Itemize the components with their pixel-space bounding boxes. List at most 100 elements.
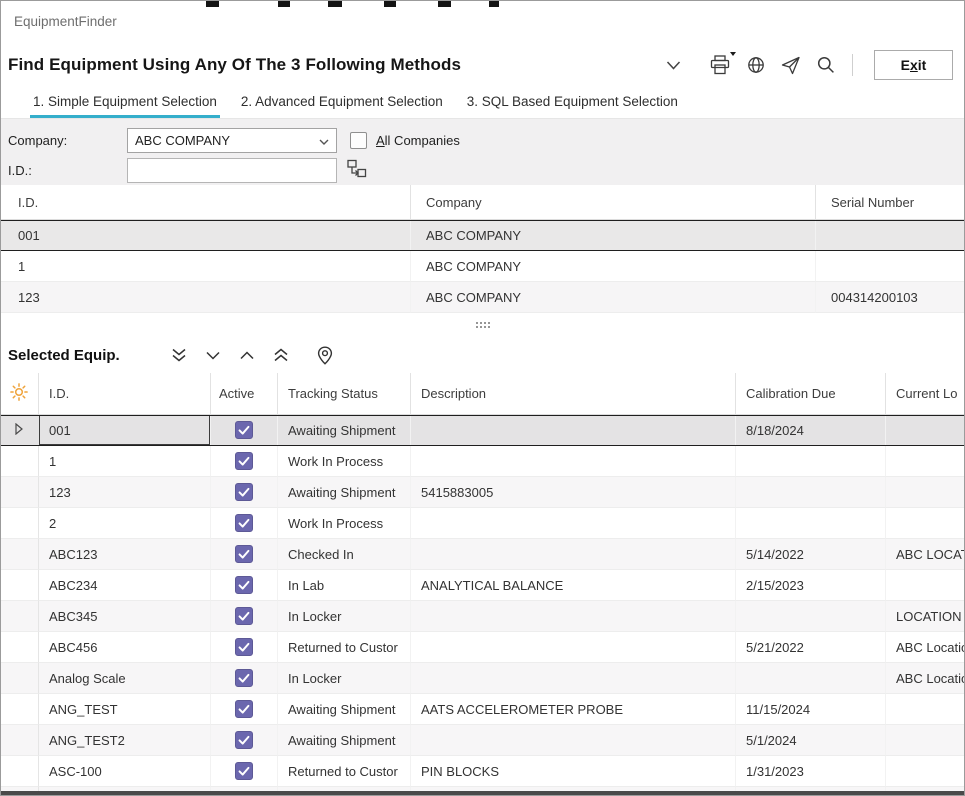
chevron-up-icon — [239, 351, 255, 360]
active-checkbox[interactable] — [235, 545, 253, 563]
results-cell-serial — [815, 220, 965, 251]
active-checkbox[interactable] — [235, 607, 253, 625]
tab-advanced-selection[interactable]: 2. Advanced Equipment Selection — [238, 88, 446, 118]
equip-cell-id: ANG_TEST — [38, 694, 210, 725]
equip-cell-calibration-due — [735, 601, 885, 632]
double-chevron-down-icon — [171, 348, 187, 362]
active-checkbox[interactable] — [235, 452, 253, 470]
equip-cell-description — [410, 632, 735, 663]
active-checkbox[interactable] — [235, 731, 253, 749]
active-checkbox[interactable] — [235, 421, 253, 439]
equip-cell-active — [210, 601, 277, 632]
results-row[interactable]: 001 ABC COMPANY — [0, 220, 965, 251]
equip-cell-status: Awaiting Shipment — [277, 415, 410, 446]
results-body: 001 ABC COMPANY 1 ABC COMPANY 123 ABC CO… — [0, 220, 965, 313]
equip-column-active[interactable]: Active — [210, 373, 277, 415]
equip-cell-description — [410, 601, 735, 632]
results-row[interactable]: 1 ABC COMPANY — [0, 251, 965, 282]
lookup-button[interactable] — [345, 158, 368, 182]
horizontal-scrollbar[interactable] — [0, 791, 965, 796]
equip-column-id[interactable]: I.D. — [38, 373, 210, 415]
search-button[interactable] — [813, 52, 839, 78]
equip-row[interactable]: ABC456 Returned to Custor 5/21/2022 ABC … — [0, 632, 965, 663]
active-checkbox[interactable] — [235, 669, 253, 687]
equip-cell-status: Work In Process — [277, 446, 410, 477]
equip-cell-description — [410, 508, 735, 539]
equip-column-description[interactable]: Description — [410, 373, 735, 415]
globe-button[interactable] — [743, 52, 769, 78]
equip-column-current-location[interactable]: Current Lo — [885, 373, 965, 415]
equip-row[interactable]: ANG_TEST Awaiting Shipment AATS ACCELERO… — [0, 694, 965, 725]
active-checkbox[interactable] — [235, 700, 253, 718]
all-companies-checkbox[interactable] — [350, 132, 367, 149]
results-cell-id: 1 — [0, 251, 410, 282]
results-header-row: I.D. Company Serial Number — [0, 185, 965, 220]
id-input[interactable] — [127, 158, 337, 183]
splitter-handle[interactable] — [0, 313, 965, 337]
equip-column-calibration-due[interactable]: Calibration Due — [735, 373, 885, 415]
equip-row[interactable]: Analog Scale In Locker ABC Locatio — [0, 663, 965, 694]
active-checkbox[interactable] — [235, 514, 253, 532]
equip-cell-calibration-due — [735, 508, 885, 539]
equip-cell-calibration-due — [735, 477, 885, 508]
equip-row[interactable]: ABC123 Checked In 5/14/2022 ABC LOCAT — [0, 539, 965, 570]
results-row[interactable]: 123 ABC COMPANY 004314200103 — [0, 282, 965, 313]
tab-sql-selection[interactable]: 3. SQL Based Equipment Selection — [464, 88, 681, 118]
active-checkbox[interactable] — [235, 576, 253, 594]
equip-cell-status: Returned to Custor — [277, 756, 410, 787]
move-to-bottom-button[interactable] — [168, 345, 190, 365]
equip-cell-id: 1 — [38, 446, 210, 477]
equip-row[interactable]: 2 Work In Process — [0, 508, 965, 539]
results-column-serial[interactable]: Serial Number — [815, 185, 965, 220]
results-cell-company: ABC COMPANY — [410, 282, 815, 313]
tab-simple-selection[interactable]: 1. Simple Equipment Selection — [30, 88, 220, 118]
equip-cell-current-location: ABC Locatio — [885, 663, 965, 694]
equip-row[interactable]: ABC234 In Lab ANALYTICAL BALANCE 2/15/20… — [0, 570, 965, 601]
header: Find Equipment Using Any Of The 3 Follow… — [0, 42, 965, 88]
browse-hierarchy-icon — [346, 159, 367, 181]
screen-artifact — [278, 0, 290, 7]
selected-equip-toolbar — [168, 343, 336, 368]
print-button[interactable] — [706, 52, 734, 78]
location-button[interactable] — [314, 343, 336, 368]
equip-column-status[interactable]: Tracking Status — [277, 373, 410, 415]
equip-row[interactable]: ABC345 In Locker LOCATION — [0, 601, 965, 632]
company-select[interactable]: ABC COMPANY — [127, 128, 337, 153]
equip-cell-id: ABC456 — [38, 632, 210, 663]
row-header-cell — [0, 477, 38, 508]
screen-artifact — [489, 0, 499, 7]
move-up-button[interactable] — [236, 348, 258, 363]
active-checkbox[interactable] — [235, 762, 253, 780]
equip-cell-current-location: ABC LOCAT — [885, 539, 965, 570]
equip-cell-current-location — [885, 508, 965, 539]
active-checkbox[interactable] — [235, 638, 253, 656]
company-select-value: ABC COMPANY — [135, 133, 319, 148]
chevron-down-icon — [666, 61, 681, 70]
results-column-id[interactable]: I.D. — [0, 185, 410, 220]
move-down-button[interactable] — [202, 348, 224, 363]
screen-artifact — [384, 0, 396, 7]
equip-cell-description: 5415883005 — [410, 477, 735, 508]
equip-cell-status: In Lab — [277, 570, 410, 601]
equip-row[interactable]: ANG_TEST2 Awaiting Shipment 5/1/2024 — [0, 725, 965, 756]
equip-corner-header[interactable] — [0, 373, 38, 415]
equip-cell-id: 2 — [38, 508, 210, 539]
equip-body: 001 Awaiting Shipment 8/18/2024 — [0, 415, 965, 796]
row-header-cell — [0, 663, 38, 694]
map-pin-icon — [317, 346, 333, 365]
equip-cell-current-location: ABC Locatio — [885, 632, 965, 663]
move-to-top-button[interactable] — [270, 345, 292, 365]
header-dropdown-button[interactable] — [663, 58, 684, 73]
all-companies-label[interactable]: All Companies — [376, 133, 460, 148]
equip-row[interactable]: 123 Awaiting Shipment 5415883005 — [0, 477, 965, 508]
equip-row[interactable]: ASC-100 Returned to Custor PIN BLOCKS 1/… — [0, 756, 965, 787]
send-button[interactable] — [778, 53, 804, 78]
active-checkbox[interactable] — [235, 483, 253, 501]
row-header-cell — [0, 415, 38, 446]
equip-row[interactable]: 1 Work In Process — [0, 446, 965, 477]
equip-row[interactable]: 001 Awaiting Shipment 8/18/2024 — [0, 415, 965, 446]
exit-button[interactable]: Exit — [874, 50, 953, 80]
equip-cell-active — [210, 663, 277, 694]
results-column-company[interactable]: Company — [410, 185, 815, 220]
equip-grid: I.D. Active Tracking Status Description … — [0, 373, 965, 796]
